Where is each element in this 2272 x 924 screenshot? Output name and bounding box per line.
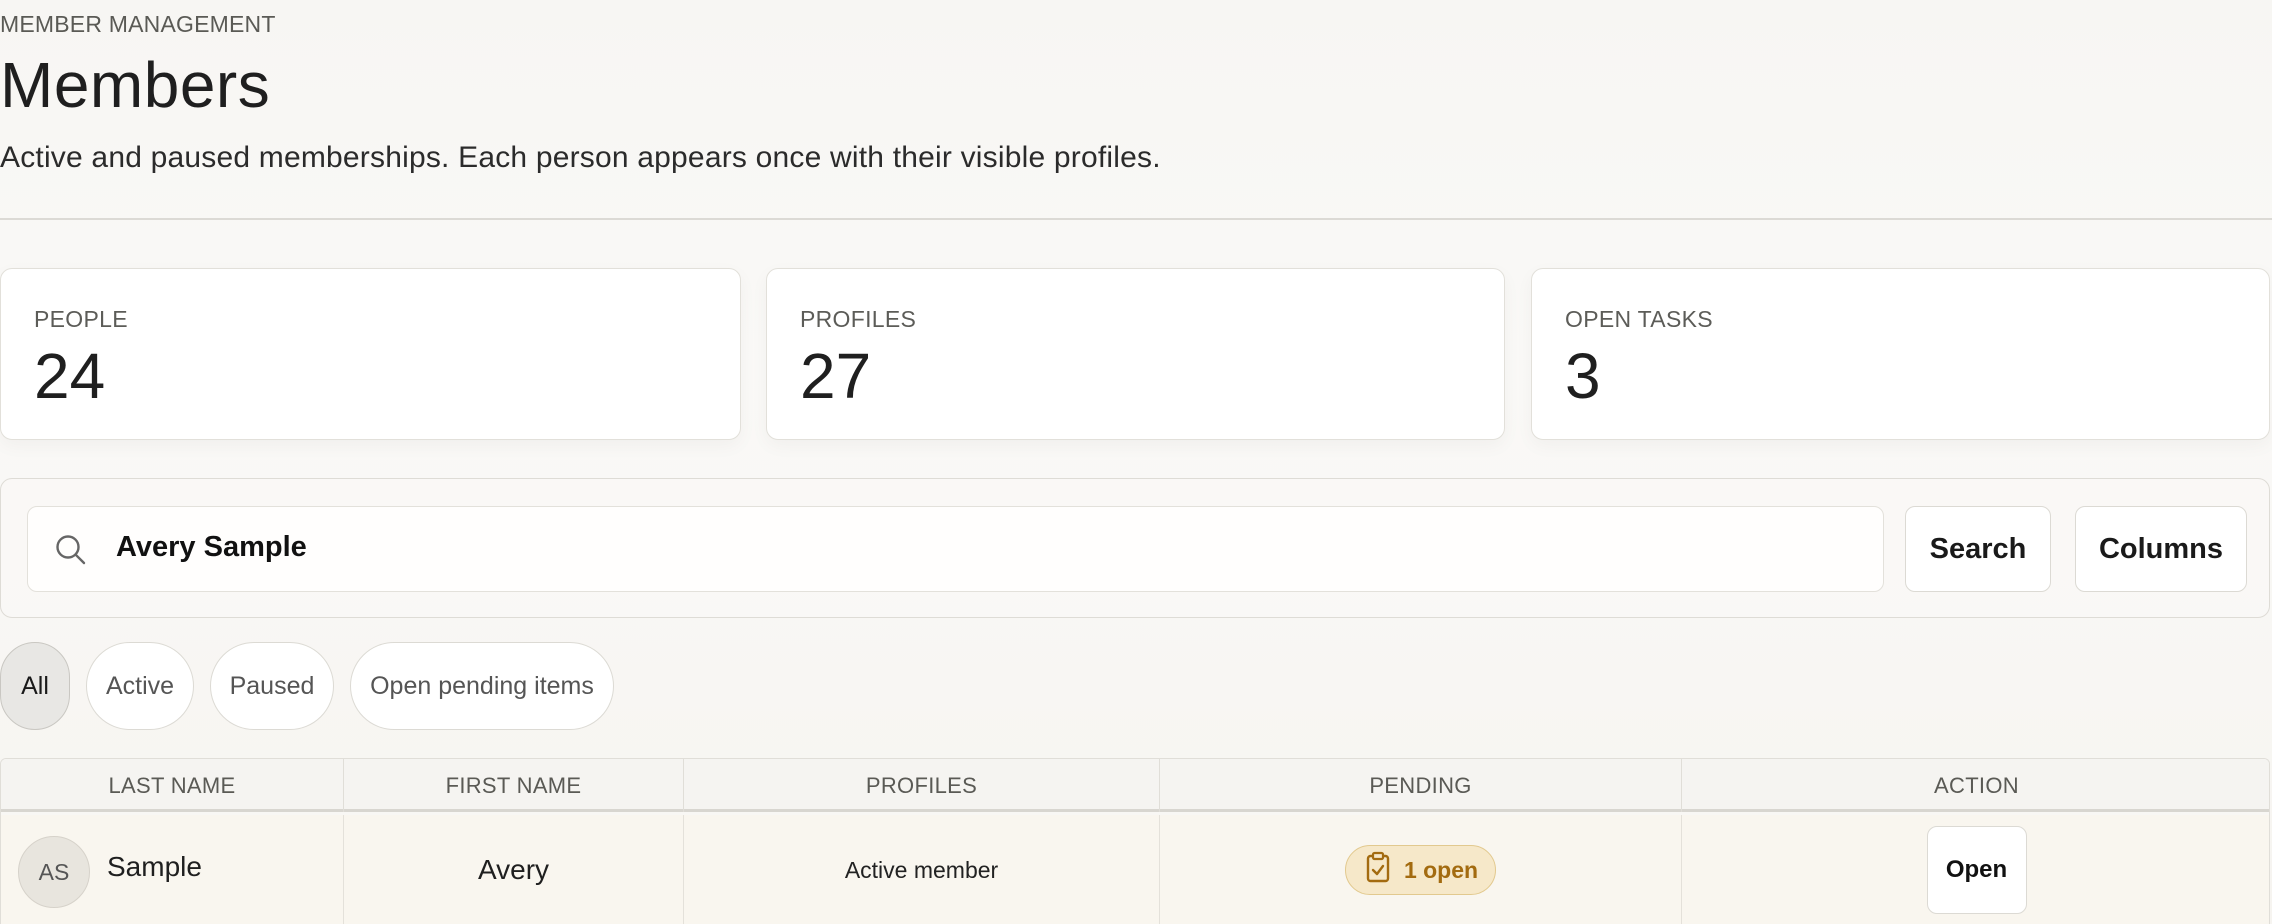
first-name: Avery xyxy=(477,854,550,885)
stat-value: 24 xyxy=(34,340,106,412)
filter-chip-active[interactable]: Active xyxy=(86,642,194,730)
columns-button[interactable]: Columns xyxy=(2075,506,2247,592)
cell-action: Open xyxy=(1682,815,2269,924)
table-row[interactable]: AS Sample Avery Active member 1 open Ope… xyxy=(1,815,2269,924)
avatar: AS xyxy=(18,836,90,908)
pending-count: 1 open xyxy=(1403,856,1479,883)
stat-card-profiles: PROFILES 27 xyxy=(766,268,1505,440)
stat-label: OPEN TASKS xyxy=(1565,306,1713,332)
cell-profiles: Active member xyxy=(684,815,1160,924)
clipboard-check-icon xyxy=(1366,851,1390,889)
table-header: LAST NAME FIRST NAME PROFILES PENDING AC… xyxy=(1,759,2269,812)
page-eyebrow: MEMBER MANAGEMENT xyxy=(0,11,276,37)
open-button[interactable]: Open xyxy=(1926,826,2027,914)
stat-label: PEOPLE xyxy=(34,306,128,332)
column-header-pending[interactable]: PENDING xyxy=(1160,759,1682,812)
search-input[interactable]: Avery Sample xyxy=(27,506,1884,592)
filter-chip-paused[interactable]: Paused xyxy=(210,642,334,730)
column-header-last-name[interactable]: LAST NAME xyxy=(1,759,344,812)
page-title: Members xyxy=(0,49,271,121)
profile-label: Active member xyxy=(844,856,999,883)
last-name: Sample xyxy=(107,851,202,882)
members-table: LAST NAME FIRST NAME PROFILES PENDING AC… xyxy=(0,758,2270,924)
pending-badge[interactable]: 1 open xyxy=(1344,845,1497,895)
cell-first-name: Avery xyxy=(344,815,684,924)
stat-value: 27 xyxy=(800,340,872,412)
stat-value: 3 xyxy=(1565,340,1601,412)
header-divider xyxy=(0,218,2272,220)
cell-last-name: AS Sample xyxy=(1,815,344,924)
filter-chip-open-pending[interactable]: Open pending items xyxy=(350,642,614,730)
stat-card-people: PEOPLE 24 xyxy=(0,268,741,440)
stat-card-open-tasks: OPEN TASKS 3 xyxy=(1531,268,2270,440)
search-button[interactable]: Search xyxy=(1905,506,2051,592)
search-input-value: Avery Sample xyxy=(116,531,307,563)
cell-pending: 1 open xyxy=(1160,815,1682,924)
column-header-action: ACTION xyxy=(1934,772,2019,798)
filter-chip-all[interactable]: All xyxy=(0,642,70,730)
page-subtitle: Active and paused memberships. Each pers… xyxy=(0,141,1161,174)
column-header-profiles[interactable]: PROFILES xyxy=(684,759,1160,812)
column-header-first-name[interactable]: FIRST NAME xyxy=(344,759,684,812)
search-icon xyxy=(54,533,88,567)
search-panel: Avery Sample Search Columns xyxy=(0,478,2270,618)
stat-label: PROFILES xyxy=(800,306,917,332)
